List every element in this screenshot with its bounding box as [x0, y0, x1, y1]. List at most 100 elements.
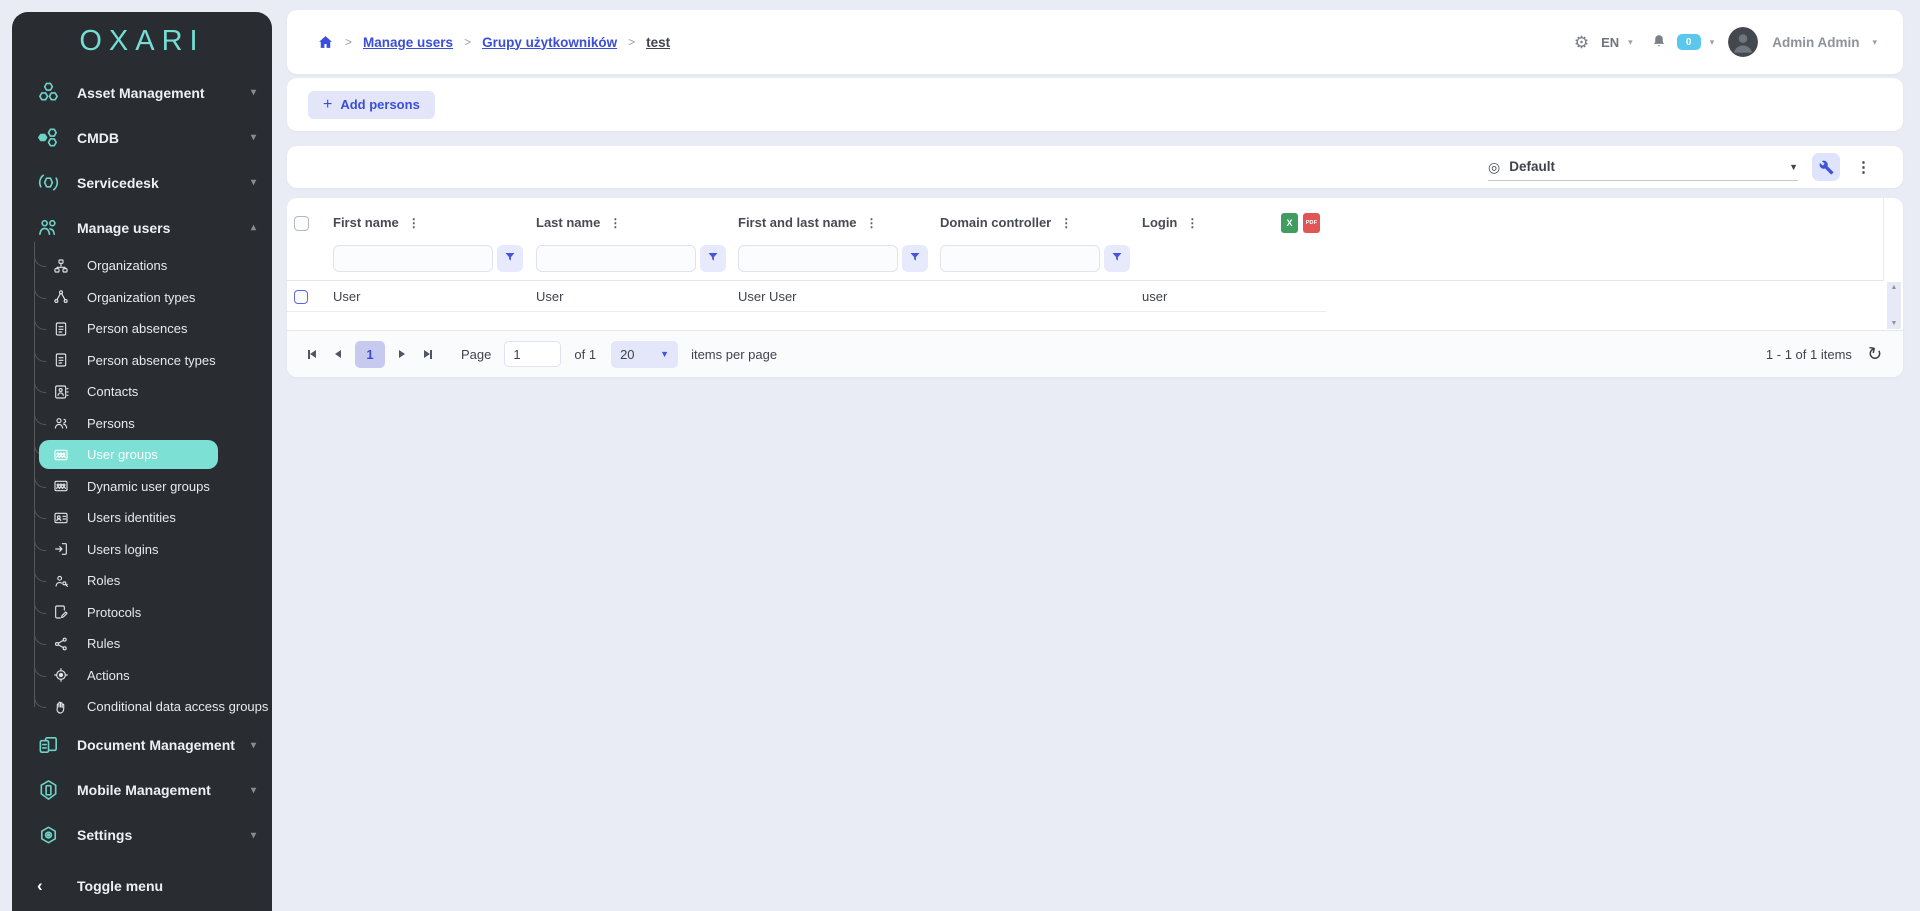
sidebar-subitem-label: Rules	[87, 636, 120, 651]
column-menu-kebab-icon[interactable]: ⋮	[1060, 216, 1072, 230]
sidebar-subitem-label: Organizations	[87, 258, 167, 273]
page-size-value: 20	[620, 347, 660, 362]
scroll-up-icon[interactable]: ▲	[1891, 284, 1898, 291]
view-select[interactable]: ◎ Default ▼	[1488, 154, 1798, 181]
sidebar-item-cmdb[interactable]: CMDB▾	[12, 115, 272, 160]
home-icon[interactable]	[317, 34, 334, 51]
chevron-down-icon: ▾	[251, 740, 256, 751]
person-absences-icon	[53, 321, 69, 337]
previous-page-button[interactable]	[329, 344, 347, 364]
column-header-first-name[interactable]: First name ⋮	[333, 215, 420, 230]
filter-button-domain-controller[interactable]	[1104, 245, 1130, 272]
sidebar-item-users-identities[interactable]: Users identities	[12, 502, 272, 534]
column-header-login[interactable]: Login ⋮	[1142, 215, 1198, 230]
sidebar-item-rules[interactable]: Rules	[12, 628, 272, 660]
chevron-down-icon: ▾	[251, 87, 256, 98]
export-pdf-icon[interactable]: PDF	[1303, 213, 1320, 233]
sidebar-item-label: CMDB	[77, 130, 251, 146]
actions-bar: + Add persons	[287, 78, 1903, 131]
column-header-domain-controller[interactable]: Domain controller⋮	[940, 215, 1072, 230]
toggle-menu-button[interactable]: ‹ Toggle menu	[12, 864, 272, 909]
sidebar-item-settings[interactable]: Settings▾	[12, 813, 272, 858]
column-menu-kebab-icon[interactable]: ⋮	[865, 216, 877, 230]
refresh-icon[interactable]: ↻	[1865, 344, 1883, 364]
sidebar: OXARI Asset Management▾CMDB▾Servicedesk▾…	[12, 12, 272, 911]
column-header-first-and-last-name[interactable]: First and last name⋮	[738, 215, 877, 230]
chevron-down-icon[interactable]: ▾	[1710, 37, 1715, 48]
page-size-select[interactable]: 20 ▼	[611, 341, 678, 368]
filter-button-first-name[interactable]	[497, 245, 523, 272]
sidebar-item-manage-users[interactable]: Manage users▾	[12, 205, 272, 250]
chevron-left-icon: ‹	[37, 876, 60, 896]
sidebar-item-mobile-management[interactable]: Mobile Management▾	[12, 768, 272, 813]
cell-login: user	[1142, 289, 1167, 304]
sidebar-item-conditional-data-access-groups[interactable]: Conditional data access groups	[12, 691, 272, 723]
column-title: First name	[333, 215, 399, 230]
chevron-down-icon[interactable]: ▾	[1628, 37, 1633, 48]
sidebar-item-users-logins[interactable]: Users logins	[12, 534, 272, 566]
chevron-down-icon[interactable]: ▾	[1872, 37, 1877, 48]
filter-input-domain-controller[interactable]	[940, 245, 1100, 272]
avatar[interactable]	[1728, 27, 1758, 57]
last-page-button[interactable]	[419, 344, 437, 364]
sidebar-item-persons[interactable]: Persons	[12, 408, 272, 440]
column-menu-kebab-icon[interactable]: ⋮	[609, 216, 621, 230]
column-menu-kebab-icon[interactable]: ⋮	[1186, 216, 1198, 230]
sidebar-subitem-label: Contacts	[87, 384, 138, 399]
chevron-down-icon: ▼	[1789, 162, 1798, 172]
table-row[interactable]: UserUserUser Useruser	[287, 282, 1884, 312]
pager-nav: 1	[303, 341, 437, 368]
breadcrumb-link-manage-users[interactable]: Manage users	[363, 35, 453, 50]
sidebar-subitem-label: Person absence types	[87, 353, 216, 368]
filter-button-first-and-last-name[interactable]	[902, 245, 928, 272]
sidebar-item-organizations[interactable]: Organizations	[12, 250, 272, 282]
first-page-button[interactable]	[303, 344, 321, 364]
settings-gear-icon[interactable]: ⚙	[1574, 34, 1589, 51]
filter-input-first-name[interactable]	[333, 245, 493, 272]
more-options-kebab-icon[interactable]: ⋮	[1854, 158, 1873, 176]
column-title: Last name	[536, 215, 600, 230]
export-excel-icon[interactable]: X	[1281, 213, 1298, 233]
roles-icon	[53, 573, 69, 589]
grid-settings-button[interactable]	[1812, 153, 1840, 181]
sidebar-item-person-absence-types[interactable]: Person absence types	[12, 345, 272, 377]
dynamic-user-groups-icon	[53, 478, 69, 494]
row-checkbox[interactable]	[294, 290, 308, 304]
sidebar-item-person-absences[interactable]: Person absences	[12, 313, 272, 345]
sidebar-item-roles[interactable]: Roles	[12, 565, 272, 597]
filter-button-last-name[interactable]	[700, 245, 726, 272]
breadcrumb-link-grupy-użytkowników[interactable]: Grupy użytkowników	[482, 35, 617, 50]
add-persons-button[interactable]: + Add persons	[308, 91, 435, 119]
sidebar-item-protocols[interactable]: Protocols	[12, 597, 272, 629]
sidebar-item-servicedesk[interactable]: Servicedesk▾	[12, 160, 272, 205]
cmdb-icon	[37, 126, 60, 149]
sidebar-item-contacts[interactable]: Contacts	[12, 376, 272, 408]
language-select[interactable]: EN	[1601, 35, 1619, 50]
column-header-last-name[interactable]: Last name ⋮	[536, 215, 621, 230]
sidebar-item-user-groups[interactable]: User groups	[12, 439, 272, 471]
column-title: Login	[1142, 215, 1177, 230]
next-page-button[interactable]	[393, 344, 411, 364]
sidebar-item-dynamic-user-groups[interactable]: Dynamic user groups	[12, 471, 272, 503]
sidebar-subitem-label: Person absences	[87, 321, 187, 336]
sidebar-item-label: Asset Management	[77, 85, 251, 101]
sidebar-item-asset-management[interactable]: Asset Management▾	[12, 70, 272, 115]
asset-management-icon	[37, 81, 60, 104]
filter-input-last-name[interactable]	[536, 245, 696, 272]
sidebar-item-document-management[interactable]: Document Management▾	[12, 723, 272, 768]
view-eye-icon: ◎	[1488, 160, 1500, 174]
sidebar-item-actions[interactable]: Actions	[12, 660, 272, 692]
filter-input-first-and-last-name[interactable]	[738, 245, 898, 272]
bell-icon[interactable]	[1650, 33, 1668, 51]
sidebar-subitem-label: Organization types	[87, 290, 195, 305]
column-menu-kebab-icon[interactable]: ⋮	[408, 216, 420, 230]
sidebar-item-organization-types[interactable]: Organization types	[12, 282, 272, 314]
scroll-down-icon[interactable]: ▼	[1891, 320, 1898, 327]
current-page-button[interactable]: 1	[355, 341, 385, 368]
notification-count-badge[interactable]: 0	[1677, 34, 1701, 50]
plus-icon: +	[323, 96, 332, 114]
select-all-checkbox[interactable]	[294, 216, 309, 231]
grid-vertical-scrollbar[interactable]: ▲ ▼	[1887, 282, 1901, 329]
page-number-input[interactable]	[504, 341, 561, 367]
breadcrumb: >Manage users>Grupy użytkowników>test	[317, 34, 670, 51]
